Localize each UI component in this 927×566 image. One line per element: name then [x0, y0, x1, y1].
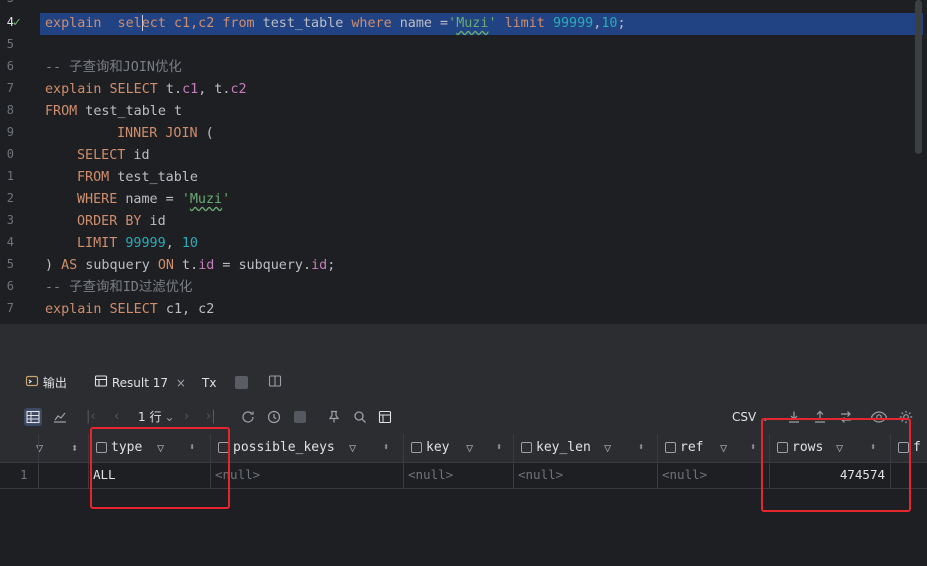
column-icon — [665, 442, 676, 453]
first-page-icon[interactable]: |‹ — [86, 409, 96, 425]
column-header-ref-label: ref — [680, 440, 704, 455]
panel-splitter[interactable] — [0, 324, 927, 366]
annotation-box-rows — [761, 418, 911, 512]
line-number: 5 — [6, 257, 14, 271]
stop-icon[interactable] — [235, 376, 248, 389]
sql-editor[interactable]: 3 4 ✓ 5 6 7 8 9 0 1 2 3 4 5 6 7 explain … — [0, 0, 927, 324]
services-tab-bar: 输出 Result 17 × Tx — [0, 366, 927, 400]
column-header-f-label: f — [913, 440, 921, 455]
page-size-label: 1 行 — [138, 410, 162, 424]
column-header-blank[interactable]: ⬍ — [38, 434, 89, 462]
check-icon: ✓ — [13, 15, 21, 30]
sort-icon[interactable]: ⬍ — [638, 434, 644, 462]
column-header-ref[interactable]: ref ▽ ⬍ — [657, 434, 770, 462]
last-page-icon[interactable]: ›| — [206, 409, 216, 425]
code-line[interactable]: explain SELECT t.c1, t.c2 — [45, 79, 247, 101]
tx-label: Tx — [202, 376, 217, 390]
code-line[interactable]: WHERE name = 'Muzi' — [77, 189, 230, 211]
column-header-key-len[interactable]: key_len ▽ ⬍ — [513, 434, 658, 462]
prev-page-icon[interactable]: ‹ — [114, 409, 119, 425]
line-number: 9 — [6, 125, 14, 139]
annotation-box-type — [90, 427, 230, 509]
layout-icon[interactable] — [268, 374, 282, 392]
export-format-label: CSV — [732, 410, 757, 424]
sort-icon[interactable]: ⬍ — [71, 434, 78, 462]
tx-button[interactable]: Tx — [202, 374, 216, 392]
filter-icon[interactable]: ▽ — [720, 434, 727, 462]
code-line[interactable]: FROM test_table — [77, 167, 198, 189]
code-line[interactable]: INNER JOIN ( — [117, 123, 214, 145]
refresh-icon[interactable] — [240, 409, 256, 425]
sort-icon[interactable]: ⬍ — [750, 434, 756, 462]
history-icon[interactable] — [266, 409, 282, 425]
code-comment[interactable]: -- 子查询和JOIN优化 — [45, 57, 182, 79]
line-number: 7 — [6, 301, 14, 315]
search-icon[interactable] — [352, 409, 368, 425]
chevron-down-icon: ⌄ — [164, 410, 175, 424]
column-header-key[interactable]: key ▽ ⬍ — [403, 434, 514, 462]
filter-icon[interactable]: ▽ — [604, 434, 611, 462]
line-number: 8 — [6, 103, 14, 117]
tab-output[interactable]: 输出 — [25, 374, 67, 392]
page-size-select[interactable]: 1 行 ⌄ — [138, 409, 175, 425]
column-icon — [521, 442, 532, 453]
code-comment[interactable]: -- 子查询和ID过滤优化 — [45, 277, 192, 299]
cell-key-len[interactable]: <null> — [513, 462, 657, 488]
code-line[interactable]: ) AS subquery ON t.id = subquery.id; — [45, 255, 335, 277]
filter-icon[interactable]: ▽ — [349, 434, 356, 462]
code-line[interactable]: explain SELECT c1, c2 — [45, 299, 214, 321]
chart-view-icon[interactable] — [52, 409, 68, 425]
row-number: 1 — [20, 467, 28, 482]
filter-icon[interactable]: ▽ — [466, 434, 473, 462]
filter-view-icon[interactable] — [377, 409, 393, 425]
column-header-possible-keys[interactable]: possible_keys ▽ ⬍ — [210, 434, 404, 462]
line-number: 4 — [6, 235, 14, 249]
line-number: 6 — [6, 279, 14, 293]
close-icon[interactable]: × — [176, 376, 186, 390]
line-number: 3 — [6, 213, 14, 227]
output-icon — [25, 374, 39, 393]
pin-icon[interactable] — [326, 409, 342, 425]
line-number: 5 — [6, 37, 14, 51]
line-number: 6 — [6, 59, 14, 73]
column-icon — [411, 442, 422, 453]
column-header-key-len-label: key_len — [536, 440, 591, 455]
column-header-key-label: key — [426, 440, 450, 455]
line-gutter: 3 4 ✓ 5 6 7 8 9 0 1 2 3 4 5 6 7 — [0, 0, 40, 324]
editor-scrollbar[interactable] — [915, 0, 922, 154]
tab-result-label: Result 17 — [111, 376, 168, 390]
tab-result[interactable]: Result 17 × — [94, 374, 186, 392]
tab-output-label: 输出 — [42, 376, 67, 390]
line-number: 3 — [0, 0, 14, 5]
code-line-explain-limit[interactable]: explain select c1,c2 from test_table whe… — [45, 13, 626, 35]
code-line[interactable]: LIMIT 99999, 10 — [77, 233, 198, 255]
table-icon — [94, 374, 108, 393]
column-header-possible-keys-label: possible_keys — [233, 440, 335, 455]
line-number-current: 4 — [6, 15, 14, 29]
sort-icon[interactable]: ⬍ — [496, 434, 502, 462]
code-line[interactable]: FROM test_table t — [45, 101, 182, 123]
grid-view-button[interactable] — [24, 408, 42, 426]
cell-blank[interactable] — [38, 462, 88, 488]
code-line[interactable]: SELECT id — [77, 145, 150, 167]
row-number-header[interactable]: ▽ — [0, 434, 43, 462]
line-number: 2 — [6, 191, 14, 205]
cancel-query-icon[interactable] — [294, 411, 306, 423]
cell-ref[interactable]: <null> — [657, 462, 769, 488]
cell-possible-keys[interactable]: <null> — [210, 462, 403, 488]
sort-icon[interactable]: ⬍ — [383, 434, 389, 462]
line-number: 0 — [6, 147, 14, 161]
code-line[interactable]: ORDER BY id — [77, 211, 166, 233]
next-page-icon[interactable]: › — [184, 409, 189, 425]
line-number: 1 — [6, 169, 14, 183]
cell-key[interactable]: <null> — [403, 462, 513, 488]
line-number: 7 — [6, 81, 14, 95]
